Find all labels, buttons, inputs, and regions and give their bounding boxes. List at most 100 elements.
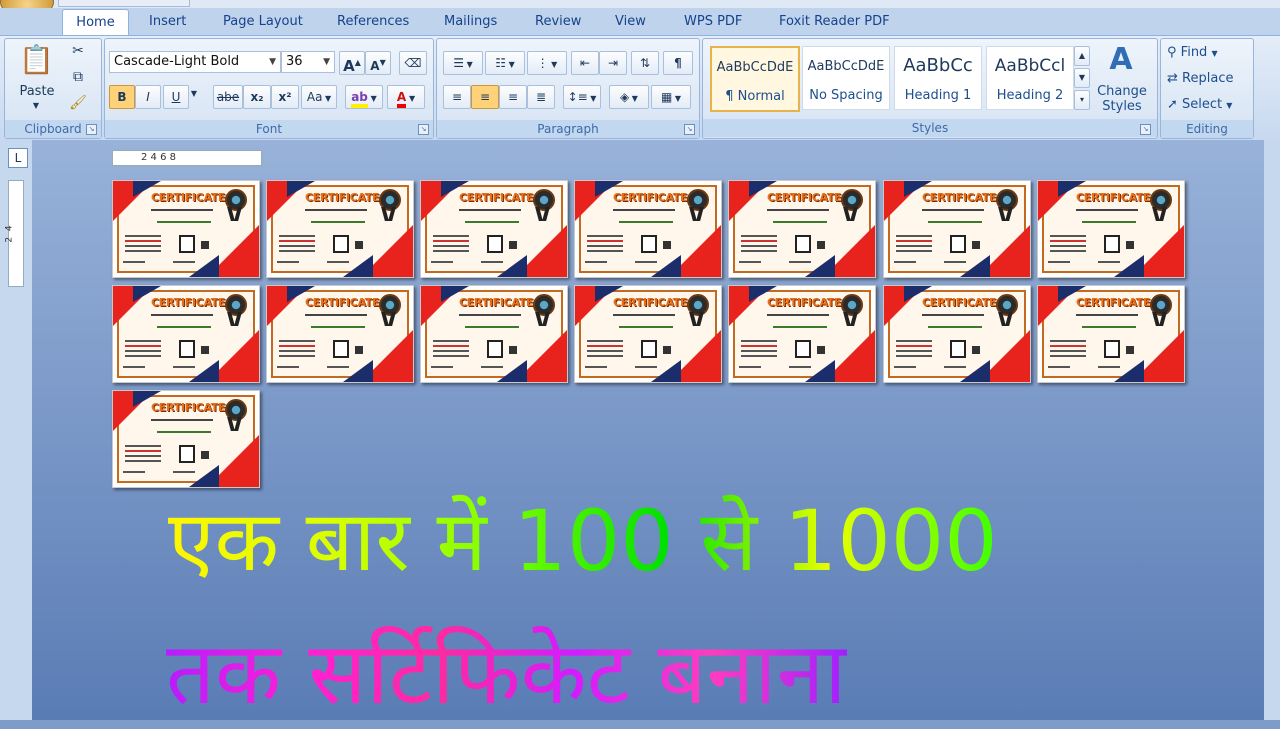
certificate-thumbnail[interactable]: CERTIFICATE: [112, 390, 260, 488]
certificate-thumbnail[interactable]: CERTIFICATE: [1037, 285, 1185, 383]
grow-font-button[interactable]: A▲: [339, 51, 365, 75]
font-color-button[interactable]: A ▼: [387, 85, 425, 109]
certificate-title: CERTIFICATE: [151, 191, 226, 204]
show-hide-button[interactable]: ¶: [663, 51, 693, 75]
certificate-thumbnail[interactable]: CERTIFICATE: [112, 180, 260, 278]
certificate-thumbnail[interactable]: CERTIFICATE: [112, 285, 260, 383]
strikethrough-button[interactable]: abe: [213, 85, 243, 109]
vertical-scrollbar[interactable]: [1264, 140, 1280, 720]
certificate-thumbnail[interactable]: CERTIFICATE: [728, 285, 876, 383]
chevron-down-icon[interactable]: ▼: [269, 52, 276, 72]
tab-home[interactable]: Home: [62, 9, 129, 36]
styles-scroll-down-icon[interactable]: ▼: [1074, 68, 1090, 88]
certificate-thumbnail[interactable]: CERTIFICATE: [728, 180, 876, 278]
paste-button[interactable]: Paste: [11, 84, 63, 99]
photo-box: [487, 235, 503, 253]
photo-box: [1104, 235, 1120, 253]
certificate-thumbnail[interactable]: CERTIFICATE: [420, 285, 568, 383]
change-styles-icon[interactable]: A: [1098, 42, 1144, 77]
certificate-title: CERTIFICATE: [1076, 191, 1151, 204]
ruler-marks: 2 4 6 8: [141, 152, 176, 163]
font-launcher-icon[interactable]: ↘: [418, 124, 429, 135]
tab-foxit-reader-pdf[interactable]: Foxit Reader PDF: [779, 12, 890, 32]
style-normal[interactable]: AaBbCcDdE ¶ Normal: [710, 46, 800, 112]
style-heading-2[interactable]: AaBbCcl Heading 2: [986, 46, 1074, 110]
clear-formatting-button[interactable]: ⌫: [399, 51, 427, 75]
binoculars-icon: ⚲: [1167, 45, 1177, 60]
bold-button[interactable]: B: [109, 85, 135, 109]
sort-button[interactable]: ⇅: [631, 51, 659, 75]
change-styles-button[interactable]: Change Styles: [1092, 84, 1152, 114]
certificate-thumbnail[interactable]: CERTIFICATE: [266, 285, 414, 383]
grow-font-label: A: [343, 57, 355, 75]
paste-dropdown-icon[interactable]: ▼: [31, 101, 41, 110]
certificate-thumbnail[interactable]: CERTIFICATE: [574, 180, 722, 278]
clipboard-launcher-icon[interactable]: ↘: [86, 124, 97, 135]
photo-box: [641, 340, 657, 358]
photo-box: [641, 235, 657, 253]
increase-indent-button[interactable]: ⇥: [599, 51, 627, 75]
photo-box: [795, 340, 811, 358]
align-right-button[interactable]: ≡: [499, 85, 527, 109]
tab-selector-icon[interactable]: L: [8, 148, 28, 168]
decrease-indent-button[interactable]: ⇤: [571, 51, 599, 75]
certificate-thumbnail[interactable]: CERTIFICATE: [883, 285, 1031, 383]
certificate-thumbnail[interactable]: CERTIFICATE: [420, 180, 568, 278]
cut-icon[interactable]: ✂: [69, 43, 87, 59]
subscript-button[interactable]: x₂: [243, 85, 271, 109]
certificate-thumbnail[interactable]: CERTIFICATE: [1037, 180, 1185, 278]
numbering-button[interactable]: ☷ ▼: [485, 51, 525, 75]
tab-wps-pdf[interactable]: WPS PDF: [684, 12, 742, 32]
font-size-combo[interactable]: 36 ▼: [281, 51, 335, 73]
tab-review[interactable]: Review: [535, 12, 581, 32]
copy-icon[interactable]: ⧉: [69, 69, 87, 85]
borders-button[interactable]: ▦ ▼: [651, 85, 691, 109]
font-name-combo[interactable]: Cascade-Light Bold ▼: [109, 51, 281, 73]
replace-button[interactable]: ⇄ Replace: [1167, 71, 1251, 86]
format-painter-icon[interactable]: 🖌: [69, 95, 87, 111]
highlighter-icon: ab: [351, 90, 368, 108]
multilevel-list-button[interactable]: ⋮ ▼: [527, 51, 567, 75]
superscript-button[interactable]: x²: [271, 85, 299, 109]
certificate-thumbnail[interactable]: CERTIFICATE: [883, 180, 1031, 278]
paragraph-launcher-icon[interactable]: ↘: [684, 124, 695, 135]
styles-more-icon[interactable]: ▾: [1074, 90, 1090, 110]
chevron-down-icon[interactable]: ▼: [323, 52, 330, 72]
styles-scroll-up-icon[interactable]: ▲: [1074, 46, 1090, 66]
select-button[interactable]: ➚ Select ▼: [1167, 97, 1251, 112]
certificate-thumbnail[interactable]: CERTIFICATE: [266, 180, 414, 278]
certificate-title: CERTIFICATE: [151, 296, 226, 309]
tab-view[interactable]: View: [615, 12, 646, 32]
certificate-title: CERTIFICATE: [767, 296, 842, 309]
horizontal-ruler[interactable]: 2 4 6 8: [112, 150, 262, 166]
tab-references[interactable]: References: [337, 12, 409, 32]
align-left-button[interactable]: ≡: [443, 85, 471, 109]
bullets-button[interactable]: ☰ ▼: [443, 51, 483, 75]
styles-launcher-icon[interactable]: ↘: [1140, 124, 1151, 135]
style-heading-2-label: Heading 2: [996, 88, 1064, 103]
tab-insert[interactable]: Insert: [149, 12, 186, 32]
paint-bucket-icon: ◈: [620, 90, 630, 104]
style-heading-1-label: Heading 1: [904, 88, 972, 103]
shrink-font-button[interactable]: A▼: [365, 51, 391, 75]
paste-icon[interactable]: 📋: [19, 43, 54, 77]
find-label: Find: [1180, 45, 1208, 60]
shading-button[interactable]: ◈ ▼: [609, 85, 649, 109]
underline-dropdown-icon[interactable]: ▼: [189, 89, 199, 98]
line-spacing-button[interactable]: ↕≡ ▼: [563, 85, 601, 109]
italic-button[interactable]: I: [135, 85, 161, 109]
tab-page-layout[interactable]: Page Layout: [223, 12, 303, 32]
change-case-button[interactable]: Aa ▼: [301, 85, 337, 109]
style-no-spacing[interactable]: AaBbCcDdE No Spacing: [802, 46, 890, 110]
justify-button[interactable]: ≣: [527, 85, 555, 109]
font-size-value: 36: [286, 54, 303, 69]
style-heading-1[interactable]: AaBbCc Heading 1: [894, 46, 982, 110]
align-center-button[interactable]: ≡: [471, 85, 499, 109]
highlight-button[interactable]: ab ▼: [345, 85, 383, 109]
vertical-ruler[interactable]: 2 4: [5, 180, 24, 287]
quick-access-toolbar[interactable]: [58, 0, 190, 7]
tab-mailings[interactable]: Mailings: [444, 12, 497, 32]
underline-button[interactable]: U: [163, 85, 189, 109]
certificate-thumbnail[interactable]: CERTIFICATE: [574, 285, 722, 383]
find-button[interactable]: ⚲ Find ▼: [1167, 45, 1251, 60]
